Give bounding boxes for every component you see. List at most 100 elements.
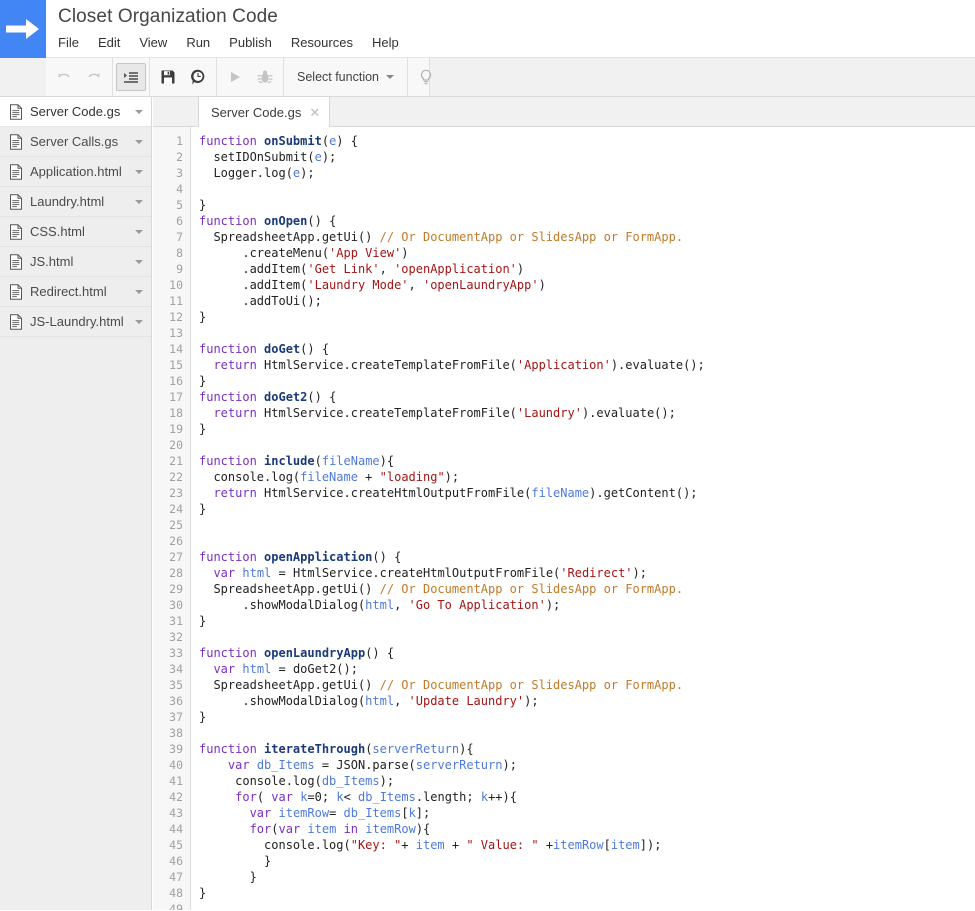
code-line: 48}: [153, 885, 975, 901]
menu-publish[interactable]: Publish: [229, 34, 283, 51]
suggestions-button[interactable]: [411, 63, 441, 91]
line-number: 1: [176, 134, 183, 148]
code-line: 14 function doGet() {: [153, 341, 975, 357]
file-item-js-html[interactable]: JS.html: [0, 247, 151, 277]
file-icon: [9, 313, 23, 330]
line-number: 15: [169, 358, 183, 372]
tab-label: Server Code.gs: [211, 104, 302, 120]
line-number: 24: [169, 502, 183, 516]
save-button[interactable]: [153, 63, 183, 91]
code-line: 49: [153, 901, 975, 910]
code-line: 35 SpreadsheetApp.getUi() // Or Document…: [153, 677, 975, 693]
file-item-server-code-gs[interactable]: Server Code.gs: [0, 97, 151, 127]
menu-help[interactable]: Help: [372, 34, 410, 51]
file-icon: [9, 223, 23, 240]
code-text: SpreadsheetApp.getUi() // Or DocumentApp…: [199, 230, 684, 244]
code-text: .showModalDialog(html, 'Go To Applicatio…: [199, 598, 561, 612]
line-number: 26: [169, 534, 183, 548]
file-item-application-html[interactable]: Application.html: [0, 157, 151, 187]
menu-bar: File Edit View Run Publish Resources Hel…: [58, 34, 418, 51]
line-number: 46: [169, 854, 183, 868]
chevron-down-icon[interactable]: [135, 229, 143, 234]
workspace: Server Code.gs Server Calls.gs Applicati…: [0, 97, 975, 910]
line-number: 7: [176, 230, 183, 244]
select-function-dropdown[interactable]: Select function: [287, 58, 404, 96]
code-line: 42 for( var k=0; k< db_Items.length; k++…: [153, 789, 975, 805]
code-line: 28 var html = HtmlService.createHtmlOutp…: [153, 565, 975, 581]
redo-button[interactable]: [79, 63, 109, 91]
file-item-css-html[interactable]: CSS.html: [0, 217, 151, 247]
line-number: 36: [169, 694, 183, 708]
top-bar: Closet Organization Code File Edit View …: [0, 0, 975, 58]
code-line: 39 function iterateThrough(serverReturn){: [153, 741, 975, 757]
chevron-down-icon: [386, 75, 394, 79]
file-list-sidebar: Server Code.gs Server Calls.gs Applicati…: [0, 97, 152, 910]
menu-view[interactable]: View: [139, 34, 178, 51]
code-text: var html = doGet2();: [213, 662, 358, 676]
line-number: 49: [169, 902, 183, 910]
lightbulb-icon: [417, 68, 435, 86]
file-item-redirect-html[interactable]: Redirect.html: [0, 277, 151, 307]
code-text: }: [199, 502, 207, 516]
menu-resources[interactable]: Resources: [291, 34, 364, 51]
code-text: function onOpen() {: [199, 214, 337, 228]
indent-button[interactable]: [116, 63, 146, 91]
chevron-down-icon[interactable]: [135, 169, 143, 174]
history-button[interactable]: [183, 63, 213, 91]
code-text: var itemRow= db_Items[k];: [249, 806, 431, 820]
chevron-down-icon[interactable]: [135, 199, 143, 204]
line-number: 43: [169, 806, 183, 820]
line-number: 33: [169, 646, 183, 660]
line-number: 34: [169, 662, 183, 676]
code-line: 40 var db_Items = JSON.parse(serverRetur…: [153, 757, 975, 773]
chevron-down-icon[interactable]: [135, 289, 143, 294]
bug-icon: [256, 68, 274, 86]
menu-file[interactable]: File: [58, 34, 90, 51]
code-line: 17 function doGet2() {: [153, 389, 975, 405]
file-icon: [9, 103, 23, 120]
code-line: 30 .showModalDialog(html, 'Go To Applica…: [153, 597, 975, 613]
line-number: 4: [176, 182, 183, 196]
run-button[interactable]: [220, 63, 250, 91]
apps-script-logo[interactable]: [0, 0, 46, 58]
line-number: 13: [169, 326, 183, 340]
chevron-down-icon[interactable]: [135, 109, 143, 114]
line-number: 32: [169, 630, 183, 644]
document-title[interactable]: Closet Organization Code: [58, 6, 278, 28]
code-text: function doGet() {: [199, 342, 330, 356]
editor-tab-strip: Server Code.gs ✕: [153, 97, 975, 127]
line-number: 3: [176, 166, 183, 180]
code-line: 12}: [153, 309, 975, 325]
tab-server-code-gs[interactable]: Server Code.gs ✕: [198, 97, 331, 127]
undo-button[interactable]: [49, 63, 79, 91]
toolbar-group-indent: [113, 58, 150, 96]
close-icon[interactable]: ✕: [309, 106, 320, 119]
code-content[interactable]: 1 function onSubmit(e) {2 setIDOnSubmit(e…: [153, 127, 975, 910]
line-number: 18: [169, 406, 183, 420]
code-line: 10 .addItem('Laundry Mode', 'openLaundry…: [153, 277, 975, 293]
code-editor[interactable]: 1 function onSubmit(e) {2 setIDOnSubmit(e…: [153, 127, 975, 910]
line-number: 47: [169, 870, 183, 884]
code-text: }: [199, 310, 207, 324]
code-line: 44 for(var item in itemRow){: [153, 821, 975, 837]
line-number: 40: [169, 758, 183, 772]
chevron-down-icon[interactable]: [135, 259, 143, 264]
menu-edit[interactable]: Edit: [98, 34, 131, 51]
chevron-down-icon[interactable]: [135, 139, 143, 144]
code-text: var db_Items = JSON.parse(serverReturn);: [227, 758, 517, 772]
menu-run[interactable]: Run: [186, 34, 221, 51]
file-icon: [9, 253, 23, 270]
file-item-js-laundry-html[interactable]: JS-Laundry.html: [0, 307, 151, 337]
file-item-server-calls-gs[interactable]: Server Calls.gs: [0, 127, 151, 157]
code-line: 20: [153, 437, 975, 453]
file-label: Server Calls.gs: [30, 134, 119, 149]
line-number: 16: [169, 374, 183, 388]
chevron-down-icon[interactable]: [135, 319, 143, 324]
file-label: Redirect.html: [30, 284, 107, 299]
line-number: 23: [169, 486, 183, 500]
line-number: 20: [169, 438, 183, 452]
line-number: 22: [169, 470, 183, 484]
debug-button[interactable]: [250, 63, 280, 91]
code-text: return HtmlService.createTemplateFromFil…: [213, 358, 705, 372]
file-item-laundry-html[interactable]: Laundry.html: [0, 187, 151, 217]
